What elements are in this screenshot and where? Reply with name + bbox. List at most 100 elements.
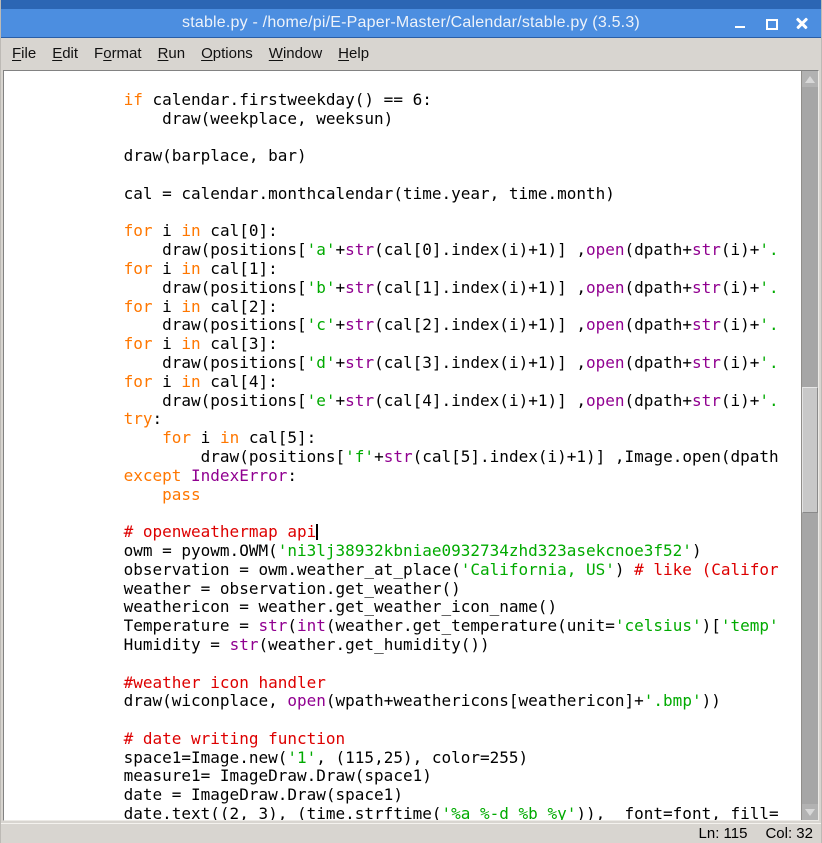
code-segment-code_text: (weather.get_temperature(unit= [326,616,615,635]
code-segment-string: 'California, US' [461,560,615,579]
code-segment-keyword: in [181,297,200,316]
code-segment-code_text: (dpath+ [625,353,692,372]
code-line [8,204,801,223]
close-icon[interactable] [796,17,809,30]
code-segment-builtin: open [586,315,625,334]
editor-frame: if calendar.firstweekday() == 6: draw(we… [1,68,821,823]
titlebar-top-strip [1,0,821,9]
code-line: # openweathermap api [8,523,801,542]
code-segment-code_text: (i)+ [721,278,760,297]
code-segment-code_text: i [153,372,182,391]
menu-item-help[interactable]: Help [330,42,377,65]
code-segment-builtin: str [692,278,721,297]
code-segment-string: '. [759,391,778,410]
code-segment-code_text: Temperature = [8,616,258,635]
code-segment-comment: #weather icon handler [124,673,326,692]
code-segment-keyword: pass [162,485,201,504]
code-segment-string: '1' [287,748,316,767]
scrollbar-track[interactable] [802,87,818,804]
code-line: for i in cal[5]: [8,429,801,448]
code-segment-code_text: date.text((2, 3), (time.strftime( [8,804,441,820]
code-segment-code_text: Humidity = [8,635,230,654]
code-segment-keyword: for [124,372,153,391]
code-segment-code_text: (dpath+ [625,240,692,259]
code-line: for i in cal[1]: [8,260,801,279]
line-indicator: Ln: 115 [699,825,748,842]
maximize-icon[interactable] [765,17,778,30]
code-line: Temperature = str(int(weather.get_temper… [8,617,801,636]
code-segment-keyword: for [124,221,153,240]
code-segment-string: 'd' [307,353,336,372]
scrollbar-thumb[interactable] [802,387,818,513]
code-segment-code_text: draw(positions[ [8,391,307,410]
code-segment-builtin: str [230,635,259,654]
code-segment-code_text: ( [287,616,297,635]
code-segment-keyword: for [124,334,153,353]
code-segment-comment: # openweathermap api [124,522,317,541]
scroll-down-button[interactable] [802,804,818,820]
code-segment-string: '. [759,278,778,297]
code-segment-builtin: str [384,447,413,466]
code-segment-code_text: )[ [702,616,721,635]
code-line [8,128,801,147]
code-segment-code_text: owm = pyowm.OWM( [8,541,278,560]
code-segment-code_text: )) [702,691,721,710]
code-line: draw(positions['c'+str(cal[2].index(i)+1… [8,316,801,335]
menu-label-part: H [338,45,349,62]
code-segment-code_text: + [336,240,346,259]
vertical-scrollbar[interactable] [801,71,818,820]
code-segment-builtin: open [586,353,625,372]
scroll-up-button[interactable] [802,71,818,87]
code-segment-string: 'temp' [721,616,779,635]
titlebar[interactable]: stable.py - /home/pi/E-Paper-Master/Cale… [1,0,821,38]
code-segment-code_text: cal = calendar.monthcalendar(time.year, … [8,184,615,203]
code-line: weather = observation.get_weather() [8,580,801,599]
minimize-icon[interactable] [734,17,747,30]
code-line: draw(positions['d'+str(cal[3].index(i)+1… [8,354,801,373]
code-segment-code_text: draw(positions[ [8,353,307,372]
menu-label-part: ptions [213,45,253,62]
code-segment-code_text: (dpath+ [625,315,692,334]
code-segment-string: '. [759,240,778,259]
code-line: #weather icon handler [8,674,801,693]
code-segment-code_text: cal[2]: [201,297,278,316]
menu-item-run[interactable]: Run [150,42,194,65]
code-segment-code_text [8,259,124,278]
code-segment-keyword: for [124,297,153,316]
menu-item-window[interactable]: Window [261,42,330,65]
code-line: observation = owm.weather_at_place('Cali… [8,561,801,580]
code-segment-code_text: weather = observation.get_weather() [8,579,461,598]
code-segment-code_text: (cal[2].index(i)+1)] , [374,315,586,334]
code-line: if calendar.firstweekday() == 6: [8,91,801,110]
code-segment-code_text [8,372,124,391]
code-segment-string: 'c' [307,315,336,334]
idle-editor-window: stable.py - /home/pi/E-Paper-Master/Cale… [0,0,822,843]
code-segment-keyword: in [181,259,200,278]
code-segment-code_text: ) [615,560,634,579]
code-segment-code_text: )), font=font, fill= [576,804,778,820]
code-line: for i in cal[4]: [8,373,801,392]
code-segment-code_text: , (115,25), color=255) [316,748,528,767]
menu-item-edit[interactable]: Edit [44,42,86,65]
menu-item-file[interactable]: File [4,42,44,65]
code-segment-builtin: str [345,278,374,297]
code-segment-code_text: draw(positions[ [8,447,345,466]
code-segment-keyword: for [162,428,191,447]
code-segment-code_text: observation = owm.weather_at_place( [8,560,461,579]
code-text-area[interactable]: if calendar.firstweekday() == 6: draw(we… [4,71,801,820]
menu-item-format[interactable]: Format [86,42,150,65]
code-segment-string: '. [759,353,778,372]
code-segment-code_text: i [191,428,220,447]
menu-label-part: elp [349,45,369,62]
code-segment-code_text: (cal[3].index(i)+1)] , [374,353,586,372]
code-line: draw(barplace, bar) [8,147,801,166]
code-segment-code_text: (cal[5].index(i)+1)] ,Image.open(dpath [413,447,779,466]
code-segment-builtin: str [692,315,721,334]
code-segment-code_text: (cal[1].index(i)+1)] , [374,278,586,297]
menu-label-part: W [269,45,283,62]
menu-label-part: F [94,45,103,62]
menu-item-options[interactable]: Options [193,42,261,65]
code-segment-string: '.bmp' [644,691,702,710]
code-line: try: [8,410,801,429]
code-segment-builtin: str [258,616,287,635]
